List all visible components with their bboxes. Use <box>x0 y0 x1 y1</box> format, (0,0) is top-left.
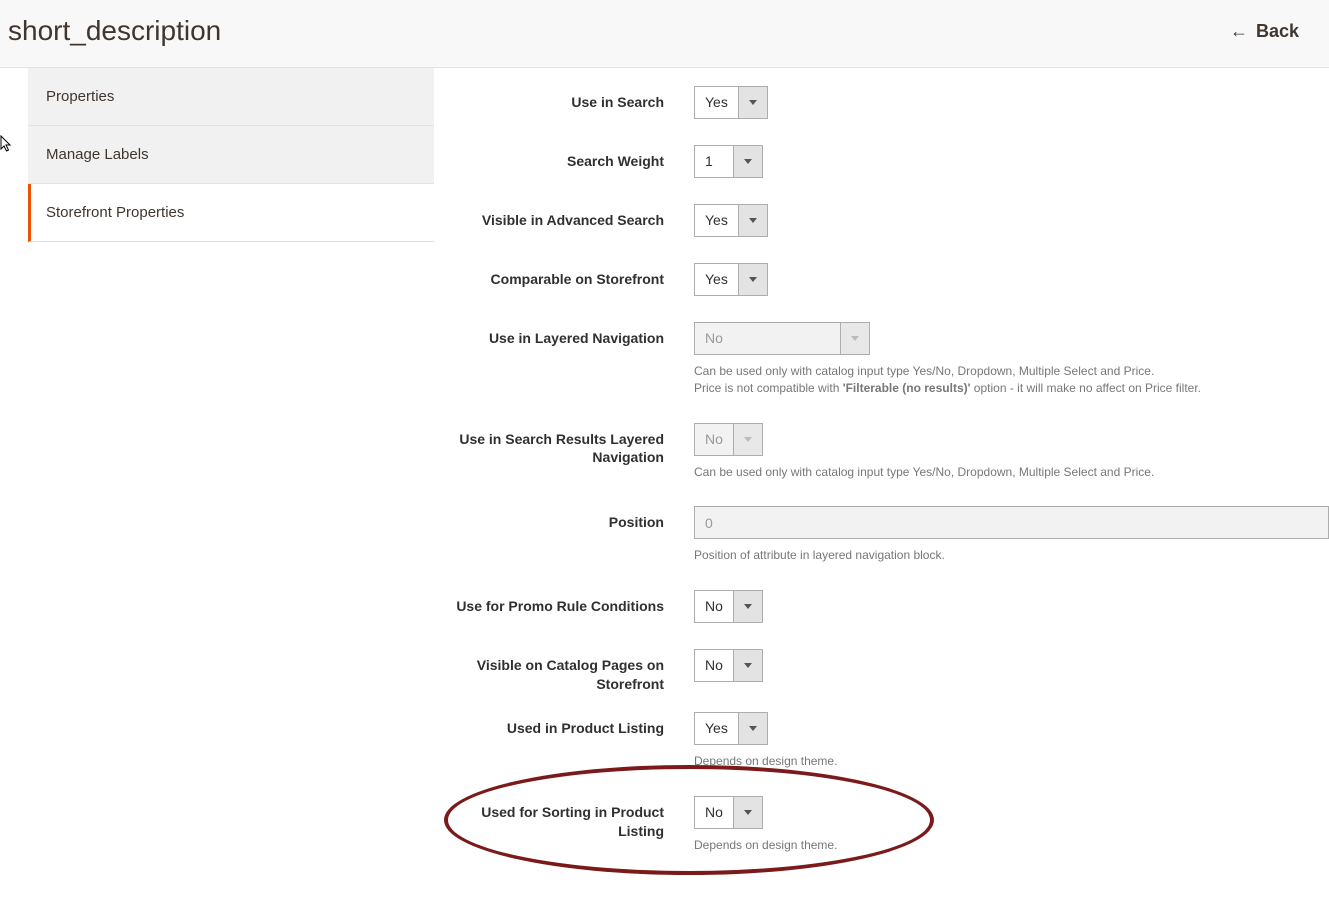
label-use-in-search: Use in Search <box>434 86 694 112</box>
tab-manage-labels[interactable]: Manage Labels <box>28 126 434 184</box>
select-use-layered-nav: No <box>694 322 870 355</box>
select-value: No <box>695 424 733 455</box>
select-value: No <box>695 323 840 354</box>
label-promo-rule: Use for Promo Rule Conditions <box>434 590 694 616</box>
chevron-down-icon <box>840 323 869 354</box>
select-value: No <box>695 650 733 681</box>
select-used-sorting[interactable]: No <box>694 796 763 829</box>
row-used-sorting: Used for Sorting in Product Listing No D… <box>434 796 1329 854</box>
chevron-down-icon <box>738 713 767 744</box>
select-comparable-storefront[interactable]: Yes <box>694 263 768 296</box>
row-promo-rule: Use for Promo Rule Conditions No <box>434 590 1329 623</box>
select-visible-advanced-search[interactable]: Yes <box>694 204 768 237</box>
row-position: Position Position of attribute in layere… <box>434 506 1329 564</box>
label-used-product-listing: Used in Product Listing <box>434 712 694 738</box>
select-visible-catalog[interactable]: No <box>694 649 763 682</box>
chevron-down-icon <box>733 591 762 622</box>
select-value: Yes <box>695 87 738 118</box>
content: Properties Manage Labels Storefront Prop… <box>0 68 1329 880</box>
page-title: short_description <box>8 15 221 47</box>
row-search-weight: Search Weight 1 <box>434 145 1329 178</box>
chevron-down-icon <box>733 146 762 177</box>
main-form: Use in Search Yes Search Weight 1 Visibl… <box>434 68 1329 880</box>
select-value: Yes <box>695 713 738 744</box>
label-position: Position <box>434 506 694 532</box>
row-use-layered-nav: Use in Layered Navigation No Can be used… <box>434 322 1329 397</box>
row-used-product-listing: Used in Product Listing Yes Depends on d… <box>434 712 1329 770</box>
sidebar-tabs: Properties Manage Labels Storefront Prop… <box>28 68 434 880</box>
select-value: Yes <box>695 205 738 236</box>
label-comparable-storefront: Comparable on Storefront <box>434 263 694 289</box>
select-search-weight[interactable]: 1 <box>694 145 763 178</box>
label-used-sorting: Used for Sorting in Product Listing <box>434 796 694 841</box>
tab-properties[interactable]: Properties <box>28 68 434 126</box>
chevron-down-icon <box>733 650 762 681</box>
select-use-in-search[interactable]: Yes <box>694 86 768 119</box>
hint-used-product-listing: Depends on design theme. <box>694 753 1284 770</box>
label-use-search-results-nav: Use in Search Results Layered Navigation <box>434 423 694 468</box>
row-comparable-storefront: Comparable on Storefront Yes <box>434 263 1329 296</box>
hint-use-search-results-nav: Can be used only with catalog input type… <box>694 464 1284 481</box>
select-promo-rule[interactable]: No <box>694 590 763 623</box>
chevron-down-icon <box>733 797 762 828</box>
back-button[interactable]: ← Back <box>1230 21 1299 42</box>
page-header: short_description ← Back <box>0 0 1329 68</box>
select-value: 1 <box>695 146 733 177</box>
chevron-down-icon <box>733 424 762 455</box>
hint-position: Position of attribute in layered navigat… <box>694 547 1329 564</box>
row-use-in-search: Use in Search Yes <box>434 86 1329 119</box>
tab-storefront-properties[interactable]: Storefront Properties <box>28 184 434 242</box>
row-visible-advanced-search: Visible in Advanced Search Yes <box>434 204 1329 237</box>
select-use-search-results-nav: No <box>694 423 763 456</box>
select-used-product-listing[interactable]: Yes <box>694 712 768 745</box>
chevron-down-icon <box>738 264 767 295</box>
input-position <box>694 506 1329 539</box>
select-value: No <box>695 797 733 828</box>
chevron-down-icon <box>738 205 767 236</box>
label-visible-advanced-search: Visible in Advanced Search <box>434 204 694 230</box>
label-use-layered-nav: Use in Layered Navigation <box>434 322 694 348</box>
hint-used-sorting: Depends on design theme. <box>694 837 1284 854</box>
row-visible-catalog: Visible on Catalog Pages on Storefront N… <box>434 649 1329 694</box>
arrow-left-icon: ← <box>1230 21 1248 42</box>
select-value: Yes <box>695 264 738 295</box>
row-use-search-results-nav: Use in Search Results Layered Navigation… <box>434 423 1329 481</box>
hint-use-layered-nav: Can be used only with catalog input type… <box>694 363 1284 397</box>
label-search-weight: Search Weight <box>434 145 694 171</box>
label-visible-catalog: Visible on Catalog Pages on Storefront <box>434 649 694 694</box>
back-label: Back <box>1256 21 1299 42</box>
select-value: No <box>695 591 733 622</box>
chevron-down-icon <box>738 87 767 118</box>
